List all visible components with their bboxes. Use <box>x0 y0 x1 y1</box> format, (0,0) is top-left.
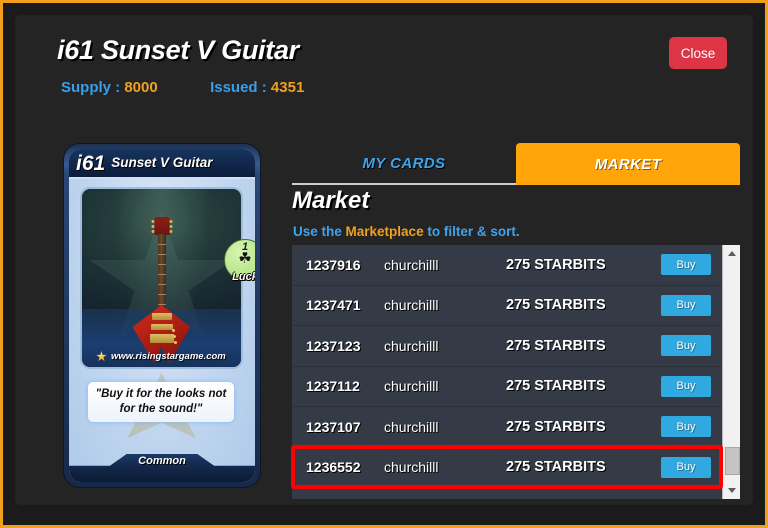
table-row[interactable]: 1236552 churchilll 275 STARBITS Buy <box>292 447 722 488</box>
listing-price: 275 STARBITS <box>506 297 606 314</box>
listing-price: 275 STARBITS <box>506 378 606 395</box>
listing-id: 1237112 <box>306 378 360 395</box>
guitar-neck <box>157 234 166 312</box>
card-face: i61 Sunset V Guitar www.risingstargame.c… <box>69 149 255 482</box>
listing-seller: churchilll <box>384 337 439 354</box>
tab-bar: MY CARDS MARKET <box>292 143 740 185</box>
listing-action-cell: Buy <box>650 375 722 397</box>
tab-my-cards[interactable]: MY CARDS <box>292 143 516 185</box>
card-code: i61 <box>76 151 106 175</box>
tab-market[interactable]: MARKET <box>516 143 740 185</box>
listing-price: 275 STARBITS <box>506 459 606 476</box>
table-row[interactable]: 1237112 churchilll 275 STARBITS Buy <box>292 366 722 407</box>
card-preview[interactable]: i61 Sunset V Guitar www.risingstargame.c… <box>64 144 260 487</box>
section-subtitle: Use the Marketplace to filter & sort. <box>293 224 520 239</box>
listing-price: 275 STARBITS <box>506 256 606 273</box>
buy-button[interactable]: Buy <box>661 254 711 276</box>
supply-issued-line: Supply : 8000 Issued : 4351 <box>61 79 304 96</box>
star-icon <box>96 351 107 362</box>
card-rarity-banner: Common <box>69 454 255 482</box>
listing-seller: churchilll <box>384 256 439 273</box>
listing-seller: churchilll <box>384 378 439 395</box>
table-row[interactable]: 1237107 churchilll 275 STARBITS Buy <box>292 407 722 448</box>
listing-action-cell: Buy <box>650 416 722 438</box>
section-heading: Market <box>292 187 370 214</box>
guitar-illustration <box>130 217 194 363</box>
listing-id: 1237471 <box>306 297 361 314</box>
trading-card: i61 Sunset V Guitar www.risingstargame.c… <box>64 144 260 487</box>
listing-action-cell: Buy <box>650 335 722 357</box>
table-row[interactable]: 1237916 churchilll 275 STARBITS Buy <box>292 245 722 286</box>
card-rarity-label: Common <box>138 455 186 467</box>
card-quote: "Buy it for the looks not for the sound!… <box>88 382 234 422</box>
supply-value: 8000 <box>124 79 158 96</box>
listing-id: 1237107 <box>306 418 361 435</box>
table-row[interactable]: 1237471 churchilll 275 STARBITS Buy <box>292 285 722 326</box>
watermark-text: www.risingstargame.com <box>111 351 226 362</box>
table-row[interactable]: 1237123 churchilll 275 STARBITS Buy <box>292 326 722 367</box>
listing-action-cell: Buy <box>650 254 722 276</box>
site-watermark: www.risingstargame.com <box>96 351 226 362</box>
market-listing-panel: 1237916 churchilll 275 STARBITS Buy 1237471 c… <box>292 245 740 499</box>
card-quote-area: "Buy it for the looks not for the sound!… <box>80 373 243 439</box>
listing-seller: churchilll <box>384 418 439 435</box>
scroll-up-icon[interactable] <box>723 245 740 262</box>
page-title: i61 Sunset V Guitar <box>57 35 299 65</box>
page-background: i61 Sunset V Guitar Supply : 8000 Issued… <box>3 3 765 525</box>
guitar-knob <box>171 329 175 332</box>
supply-label: Supply : <box>61 79 121 96</box>
card-detail-modal: i61 Sunset V Guitar Supply : 8000 Issued… <box>15 15 753 505</box>
scroll-down-icon[interactable] <box>723 482 740 499</box>
buy-button[interactable]: Buy <box>661 456 711 478</box>
issued-value: 4351 <box>270 79 305 96</box>
guitar-tuning-pegs <box>151 219 172 233</box>
clover-icon: ☘ <box>238 250 252 267</box>
guitar-knob <box>173 341 177 344</box>
buy-button[interactable]: Buy <box>661 335 711 357</box>
subtitle-pre: Use the <box>293 224 346 239</box>
listing-id: 1236552 <box>306 459 361 476</box>
scrollbar-thumb[interactable] <box>725 447 740 475</box>
listing-id: 1237123 <box>306 337 361 354</box>
subtitle-post: to filter & sort. <box>423 224 520 239</box>
listing-seller: churchilll <box>384 297 439 314</box>
listing-price: 275 STARBITS <box>506 337 606 354</box>
guitar-knob <box>172 335 176 338</box>
card-artwork: www.risingstargame.com <box>80 187 243 369</box>
guitar-pickup <box>150 324 173 330</box>
listing-scrollbar[interactable] <box>722 245 740 499</box>
luck-label: Luck <box>232 271 255 283</box>
buy-button[interactable]: Buy <box>661 294 711 316</box>
close-button[interactable]: Close <box>669 37 727 69</box>
listing-id: 1237916 <box>306 256 361 273</box>
listing-action-cell: Buy <box>650 456 722 478</box>
issued-label: Issued : <box>210 79 267 96</box>
buy-button[interactable]: Buy <box>661 416 711 438</box>
buy-button[interactable]: Buy <box>661 375 711 397</box>
guitar-plate <box>149 334 174 343</box>
app-window: i61 Sunset V Guitar Supply : 8000 Issued… <box>0 0 768 528</box>
listing-seller: churchilll <box>384 459 439 476</box>
listing-price: 275 STARBITS <box>506 418 606 435</box>
marketplace-link[interactable]: Marketplace <box>346 224 424 239</box>
guitar-bridge <box>151 313 172 320</box>
card-header: i61 Sunset V Guitar <box>69 149 255 179</box>
market-listing-table: 1237916 churchilll 275 STARBITS Buy 1237471 c… <box>292 245 722 499</box>
card-name: Sunset V Guitar <box>111 155 213 171</box>
listing-action-cell: Buy <box>650 294 722 316</box>
